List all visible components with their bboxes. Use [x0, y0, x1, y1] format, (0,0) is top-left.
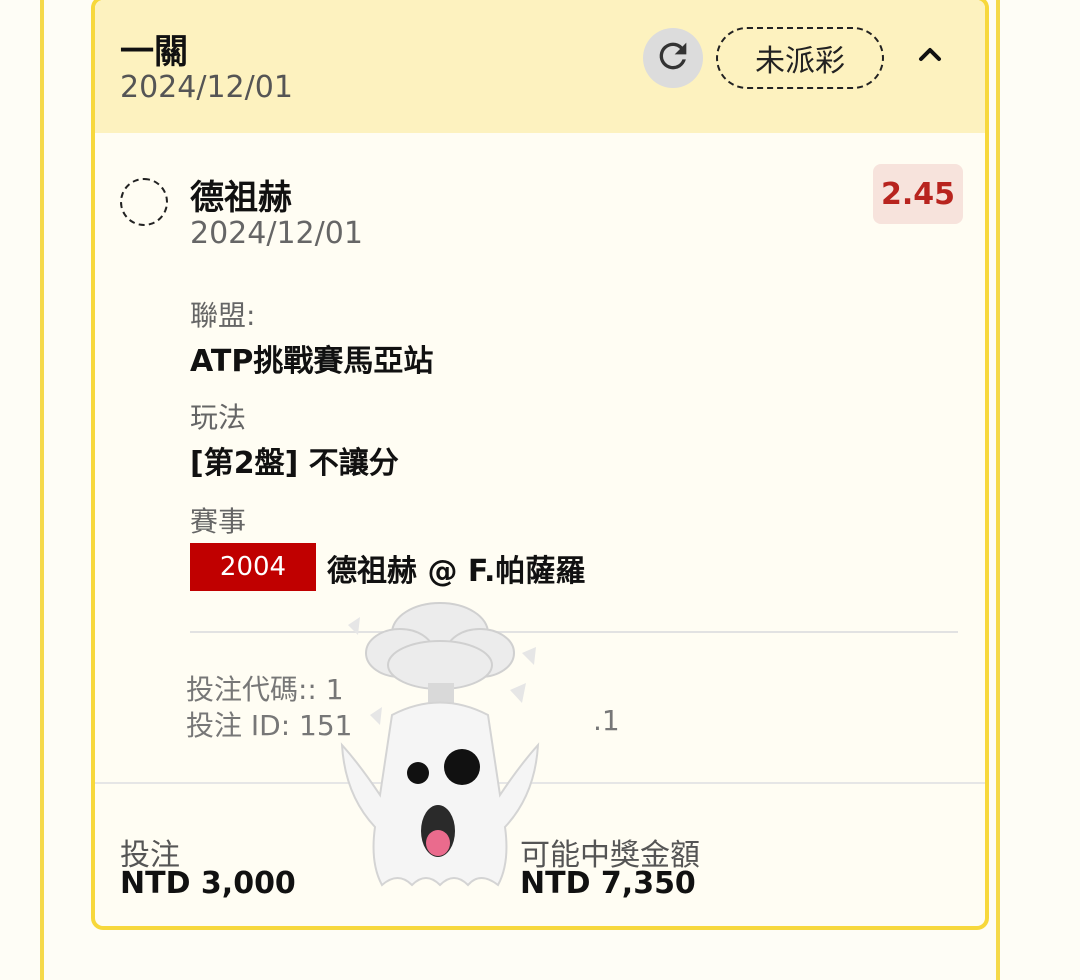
status-badge: 未派彩 [716, 27, 884, 89]
chevron-up-icon [917, 45, 943, 67]
event-code-badge: 2004 [190, 543, 316, 591]
market-value: [第2盤] 不讓分 [190, 446, 399, 481]
section-divider [190, 631, 958, 633]
leg-status-radio[interactable] [120, 178, 168, 226]
odds-badge: 2.45 [873, 164, 963, 224]
exploding-head-ghost-icon [330, 595, 550, 895]
bet-type-title: 一關 [120, 32, 188, 72]
leg-selection: 德祖赫 [190, 178, 292, 218]
bet-date: 2024/12/01 [120, 70, 293, 105]
bet-id: 投注 ID: 151 [186, 709, 353, 742]
card-header[interactable]: 一關 2024/12/01 未派彩 [95, 0, 985, 133]
league-label: 聯盟: [190, 299, 256, 332]
refresh-icon [653, 36, 693, 80]
leg-date: 2024/12/01 [190, 216, 363, 251]
event-name: 德祖赫 @ F.帕薩羅 [327, 554, 586, 589]
refresh-button[interactable] [643, 28, 703, 88]
stake-value: NTD 3,000 [120, 866, 296, 901]
bet-code: 投注代碼:: 1 [186, 673, 344, 706]
league-value: ATP挑戰賽馬亞站 [190, 344, 434, 379]
event-label: 賽事 [190, 505, 247, 538]
collapse-button[interactable] [910, 36, 950, 76]
bet-id-tail: .1 [593, 704, 620, 737]
market-label: 玩法 [190, 401, 247, 434]
